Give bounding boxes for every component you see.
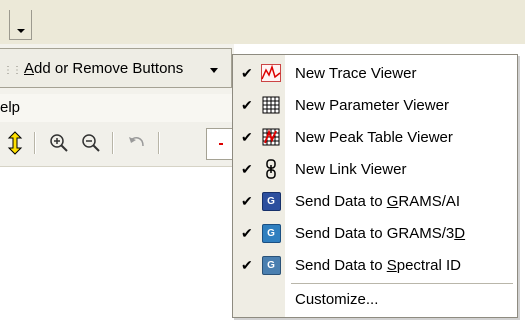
spectral-id-icon: G — [261, 255, 281, 275]
label-rest: dd or Remove Buttons — [34, 60, 184, 77]
link-viewer-icon — [261, 159, 281, 179]
chevron-down-icon — [17, 29, 25, 33]
menu-item-send-to-grams-3d[interactable]: ✔ G Send Data to GRAMS/3D — [233, 217, 517, 249]
menu-bar: elp — [0, 94, 234, 122]
menu-item-label: New Trace Viewer — [295, 65, 417, 82]
menu-item-label: New Link Viewer — [295, 161, 407, 178]
checkmark-icon: ✔ — [241, 97, 253, 113]
vertical-arrows-icon[interactable] — [2, 130, 28, 156]
add-remove-buttons-label: Add or Remove Buttons — [24, 60, 183, 77]
parameter-viewer-icon — [261, 95, 281, 115]
menu-help[interactable]: elp — [0, 99, 20, 116]
trace-viewer-icon — [261, 63, 281, 83]
zoom-out-icon[interactable] — [78, 130, 104, 156]
checkmark-icon: ✔ — [241, 129, 253, 145]
tool-buttons-row — [0, 122, 237, 167]
menu-item-label: Send Data to Spectral ID — [295, 257, 461, 274]
peak-table-viewer-icon — [261, 127, 281, 147]
grip-icon: ⋮⋮ — [3, 65, 22, 76]
menu-item-new-trace-viewer[interactable]: ✔ New Trace Viewer — [233, 57, 517, 89]
menu-item-customize[interactable]: Customize... — [295, 291, 378, 308]
menu-item-new-peak-table-viewer[interactable]: ✔ New Peak Table Viewer — [233, 121, 517, 153]
checkmark-icon: ✔ — [241, 65, 253, 81]
menu-item-send-to-grams-ai[interactable]: ✔ G Send Data to GRAMS/AI — [233, 185, 517, 217]
grams-ai-icon: G — [261, 191, 281, 211]
checkmark-icon: ✔ — [241, 161, 253, 177]
toolbar-options-row: ⋮⋮ Add or Remove Buttons — [0, 44, 234, 95]
menu-item-label: New Peak Table Viewer — [295, 129, 453, 146]
top-toolbar — [0, 0, 525, 44]
menu-item-new-link-viewer[interactable]: ✔ New Link Viewer — [233, 153, 517, 185]
checkmark-icon: ✔ — [241, 193, 253, 209]
grams-3d-icon: G — [261, 223, 281, 243]
menu-item-new-parameter-viewer[interactable]: ✔ New Parameter Viewer — [233, 89, 517, 121]
checkmark-icon: ✔ — [241, 225, 253, 241]
caret-down-icon — [210, 68, 218, 73]
menu-item-label: Send Data to GRAMS/AI — [295, 193, 461, 210]
zoom-in-icon[interactable] — [46, 130, 72, 156]
menu-divider — [291, 283, 513, 284]
undo-icon[interactable] — [124, 130, 150, 156]
add-remove-buttons-button[interactable]: ⋮⋮ Add or Remove Buttons — [0, 48, 232, 88]
mnemonic-letter: A — [24, 60, 35, 77]
menu-item-send-to-spectral-id[interactable]: ✔ G Send Data to Spectral ID — [233, 249, 517, 281]
toolbar-options-dropdown[interactable] — [9, 10, 32, 40]
add-remove-buttons-menu: ✔ New Trace Viewer ✔ New Parameter Viewe… — [232, 54, 518, 318]
menu-item-label: New Parameter Viewer — [295, 97, 449, 114]
checkmark-icon: ✔ — [241, 257, 253, 273]
menu-item-label: Send Data to GRAMS/3D — [295, 225, 466, 242]
